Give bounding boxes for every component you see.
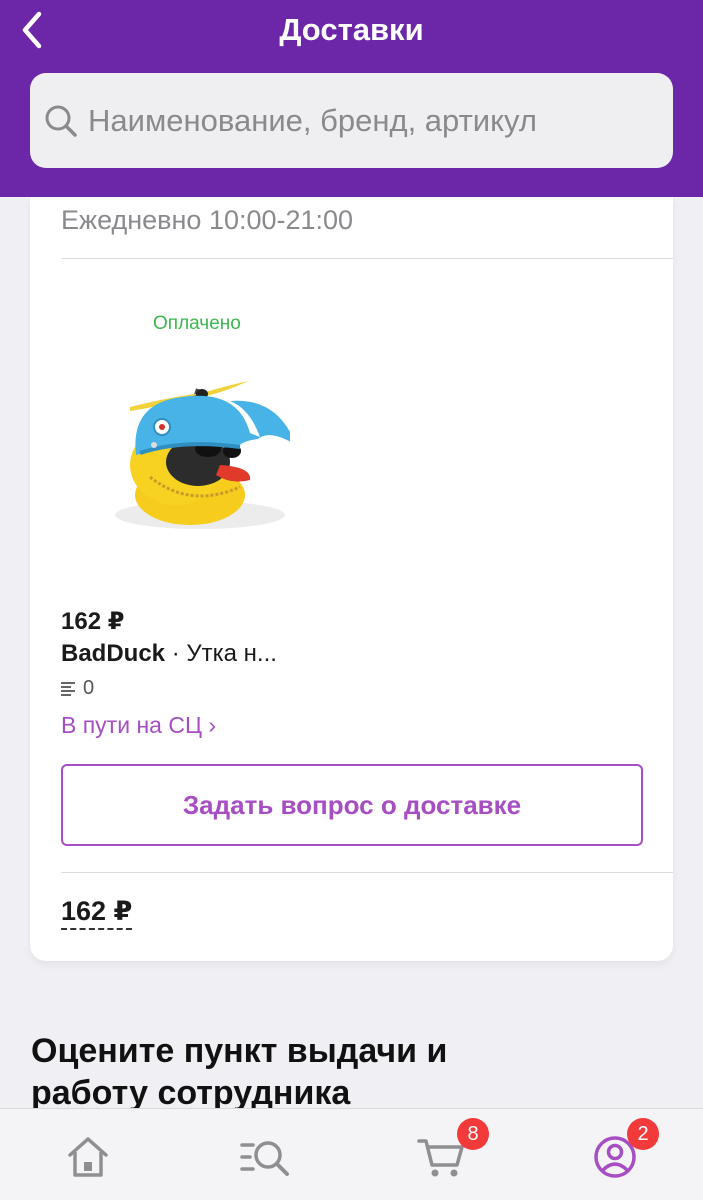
product-image[interactable] — [90, 337, 290, 537]
item-price: 162 ₽ — [61, 608, 125, 635]
tab-catalog[interactable] — [235, 1129, 295, 1185]
rate-pickup-heading: Оцените пункт выдачи и работу сотрудника — [31, 1032, 448, 1113]
reviews-count: 0 — [61, 677, 94, 700]
profile-badge: 2 — [627, 1118, 659, 1150]
delivery-status-link[interactable]: В пути на СЦ › — [61, 712, 216, 739]
bottom-tab-bar: 8 2 — [0, 1108, 703, 1200]
product-brand: BadDuck — [61, 640, 166, 667]
pickup-hours: Ежедневно 10:00-21:00 — [61, 205, 354, 235]
product-title: Утка н... — [186, 640, 277, 667]
order-total[interactable]: 162 ₽ — [61, 896, 133, 930]
header: Доставки — [0, 0, 703, 197]
search-box[interactable] — [30, 73, 673, 168]
divider — [61, 872, 673, 873]
divider — [61, 258, 673, 259]
cart-icon — [417, 1139, 464, 1177]
tab-home[interactable] — [58, 1129, 118, 1185]
product-name[interactable]: BadDuck · Утка н... — [61, 640, 277, 668]
name-separator: · — [165, 640, 187, 667]
ask-delivery-question-button[interactable]: Задать вопрос о доставке — [61, 764, 643, 846]
reviews-icon — [61, 681, 75, 696]
delivery-card: Ежедневно 10:00-21:00 Оплачено 162 ₽ Bad… — [30, 197, 673, 961]
cart-badge: 8 — [457, 1118, 489, 1150]
payment-status: Оплачено — [153, 313, 241, 334]
search-input[interactable] — [88, 102, 648, 139]
page-title: Доставки — [279, 12, 424, 47]
home-icon — [68, 1137, 108, 1177]
catalog-search-icon — [240, 1141, 289, 1176]
reviews-count-value: 0 — [83, 677, 95, 699]
search-icon — [45, 105, 77, 137]
